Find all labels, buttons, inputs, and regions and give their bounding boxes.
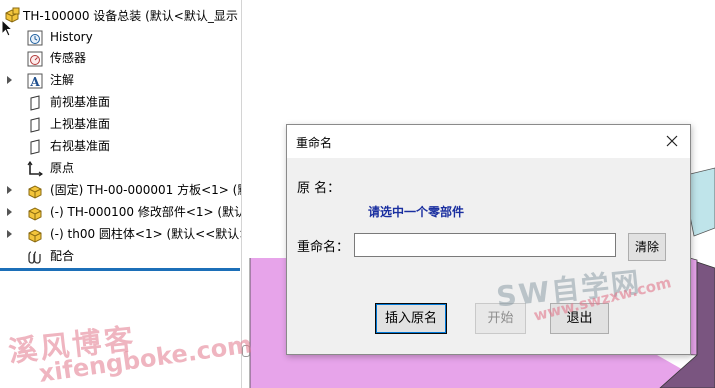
svg-text:A: A [29, 75, 40, 89]
tree-item-label: 传感器 [50, 51, 87, 65]
history-icon [27, 30, 43, 46]
dialog-title: 重命名 [296, 136, 333, 150]
start-button[interactable]: 开始 [475, 303, 526, 334]
tree-item-label: 前视基准面 [50, 95, 111, 109]
tree-item-top-plane[interactable]: 上视基准面 [0, 114, 241, 135]
tree-item-label: 原点 [50, 161, 75, 175]
tree-item-part-modify[interactable]: (-) TH-000100 修改部件<1> (默认 [0, 202, 241, 223]
part-icon [28, 229, 42, 243]
tree-item-sensors[interactable]: 传感器 [0, 48, 241, 69]
tree-item-right-plane[interactable]: 右视基准面 [0, 136, 241, 157]
rename-label: 重命名： [297, 240, 350, 255]
tree-item-part-fixed[interactable]: (固定) TH-00-000001 方板<1> (默 [0, 180, 241, 201]
rename-input[interactable] [354, 233, 616, 257]
sensor-icon [27, 51, 43, 67]
expand-arrow-icon[interactable] [7, 186, 12, 194]
pink-plate-front [250, 355, 715, 388]
tree-item-part-cylinder[interactable]: (-) th00 圆柱体<1> (默认<<默认> [0, 224, 241, 245]
expand-arrow-icon[interactable] [7, 208, 12, 216]
tree-root-label: TH-100000 设备总装 (默认<默认_显示 [23, 9, 238, 23]
viewport-splitter-handle[interactable] [242, 345, 250, 357]
tree-root[interactable]: TH-100000 设备总装 (默认<默认_显示 [0, 5, 241, 26]
original-name-value: 请选中一个零部件 [368, 205, 465, 219]
tree-item-mates[interactable]: 配合 [0, 246, 241, 267]
tree-item-label: (-) TH-000100 修改部件<1> (默认 [50, 205, 242, 219]
tree-item-history[interactable]: History [0, 27, 241, 48]
expand-arrow-icon[interactable] [7, 76, 12, 84]
insert-original-name-button[interactable]: 插入原名 [375, 303, 447, 334]
tree-item-label: (固定) TH-00-000001 方板<1> (默 [50, 183, 242, 197]
tree-empty-area [0, 271, 240, 388]
tree-item-label: 配合 [50, 249, 75, 263]
expand-arrow-icon[interactable] [7, 230, 12, 238]
tree-item-front-plane[interactable]: 前视基准面 [0, 92, 241, 113]
part-icon [28, 207, 42, 221]
annotation-icon: A [27, 73, 43, 89]
tree-item-label: (-) th00 圆柱体<1> (默认<<默认> [50, 227, 242, 241]
tree-item-origin[interactable]: 原点 [0, 158, 241, 179]
origin-icon [27, 161, 43, 177]
rename-dialog: 重命名 原 名： 请选中一个零部件 重命名： 清除 插入原名 开始 退出 [286, 124, 691, 355]
tree-item-label: 右视基准面 [50, 139, 111, 153]
tree-item-annotations[interactable]: A 注解 [0, 70, 241, 91]
feature-tree: TH-100000 设备总装 (默认<默认_显示 History 传感器 A 注… [0, 0, 242, 388]
tree-item-label: History [50, 30, 93, 44]
plane-icon [30, 117, 40, 133]
part-icon [28, 185, 42, 199]
clear-button[interactable]: 清除 [628, 233, 666, 261]
tree-item-label: 上视基准面 [50, 117, 111, 131]
close-icon[interactable] [660, 129, 684, 153]
original-name-label: 原 名： [297, 181, 341, 196]
tree-item-label: 注解 [50, 73, 75, 87]
dialog-titlebar[interactable]: 重命名 [287, 125, 690, 158]
mates-icon [28, 251, 41, 264]
exit-button[interactable]: 退出 [550, 303, 609, 334]
plane-icon [30, 95, 40, 111]
plane-icon [30, 139, 40, 155]
